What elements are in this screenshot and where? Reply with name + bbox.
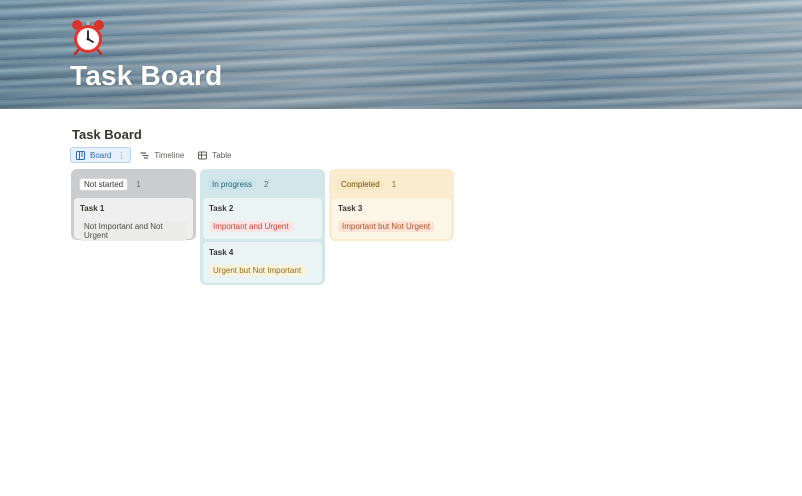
page-title[interactable]: Task Board bbox=[70, 60, 222, 92]
table-icon bbox=[198, 151, 208, 160]
priority-tag: Urgent but Not Important bbox=[209, 265, 306, 276]
timeline-icon bbox=[140, 151, 149, 160]
task-card[interactable]: Task 2 Important and Urgent bbox=[203, 198, 322, 239]
column-header[interactable]: Completed 1 bbox=[332, 172, 451, 196]
board-column-not-started: Not started 1 Task 1 Not Important and N… bbox=[71, 169, 196, 241]
card-title: Task 4 bbox=[209, 248, 234, 257]
cover-texture bbox=[0, 0, 802, 109]
priority-tag: Important and Urgent bbox=[209, 221, 293, 232]
tab-table[interactable]: Table bbox=[193, 147, 236, 163]
tab-board-label: Board bbox=[90, 150, 112, 160]
task-card[interactable]: Task 4 Urgent but Not Important bbox=[203, 242, 322, 283]
priority-tag: Not Important and Not Urgent bbox=[80, 221, 187, 241]
card-title: Task 3 bbox=[338, 204, 363, 213]
column-count: 2 bbox=[264, 179, 269, 189]
board-icon bbox=[76, 150, 85, 160]
column-count: 1 bbox=[136, 179, 141, 189]
tab-board[interactable]: Board ⋮ bbox=[70, 147, 132, 163]
tab-timeline[interactable]: Timeline bbox=[135, 147, 189, 163]
board-column-in-progress: In progress 2 Task 2 Important and Urgen… bbox=[200, 169, 325, 285]
column-count: 1 bbox=[391, 179, 397, 189]
task-card[interactable]: Task 3 Important but Not Urgent bbox=[332, 198, 451, 239]
status-badge: Completed bbox=[337, 178, 384, 190]
tab-timeline-label: Timeline bbox=[154, 150, 185, 160]
database-title[interactable]: Task Board bbox=[72, 127, 142, 142]
alarm-clock-icon[interactable] bbox=[69, 18, 107, 56]
page-cover-image[interactable] bbox=[0, 0, 802, 109]
card-title: Task 2 bbox=[209, 204, 234, 213]
column-header[interactable]: Not started 1 bbox=[74, 172, 193, 196]
task-card[interactable]: Task 1 Not Important and Not Urgent bbox=[74, 198, 193, 241]
status-badge: Not started bbox=[79, 177, 129, 191]
board-column-completed: Completed 1 Task 3 Important but Not Urg… bbox=[329, 169, 454, 241]
view-tabs: Board ⋮ Timeline Table bbox=[70, 147, 240, 163]
column-header[interactable]: In progress 2 bbox=[203, 172, 322, 196]
priority-tag: Important but Not Urgent bbox=[338, 221, 435, 232]
more-options-icon[interactable]: ⋮ bbox=[117, 151, 125, 160]
card-title: Task 1 bbox=[80, 204, 105, 213]
status-badge: In progress bbox=[208, 178, 257, 190]
tab-table-label: Table bbox=[212, 150, 232, 160]
